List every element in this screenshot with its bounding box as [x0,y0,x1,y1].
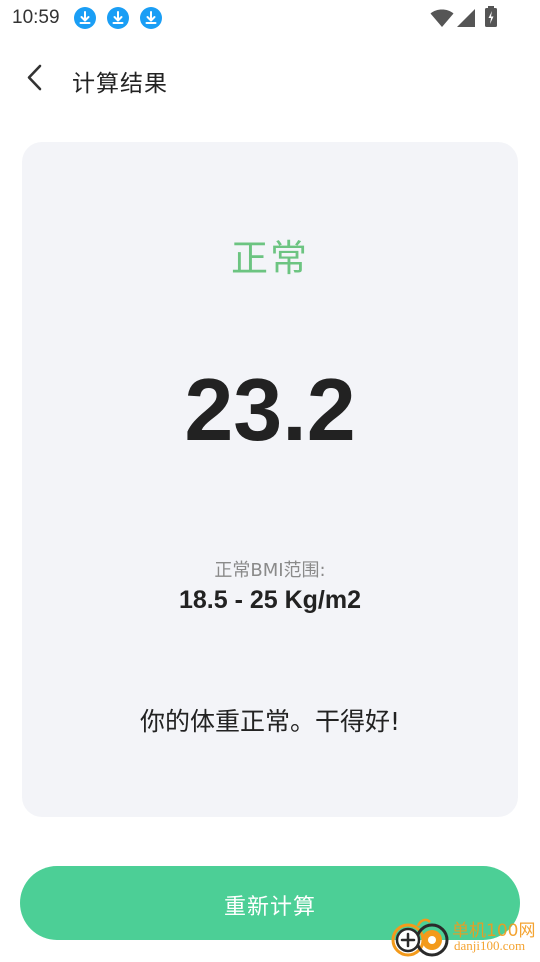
bmi-value: 23.2 [184,360,356,459]
wifi-icon [430,9,454,27]
watermark-mascot-icon [391,918,449,957]
download-icon [140,7,162,29]
normal-range-caption: 正常BMI范围: [214,560,326,581]
app-header: 计算结果 [0,50,540,106]
watermark-logo: 单机100网 danji100.com [388,914,538,958]
signal-icon [457,9,475,27]
watermark-url: danji100.com [454,938,526,953]
result-card: 正常 23.2 正常BMI范围: 18.5 - 25 Kg/m2 你的体重正常。… [22,142,518,817]
download-icon [74,7,96,29]
bmi-status-label: 正常 [231,237,309,280]
status-bar: 10:59 [0,0,540,36]
normal-range-value: 18.5 - 25 Kg/m2 [178,586,362,614]
result-message: 你的体重正常。干得好! [139,707,401,736]
back-button[interactable] [18,60,54,96]
download-icon [107,7,129,29]
page-title: 计算结果 [72,71,168,97]
status-time: 10:59 [12,7,60,28]
battery-icon [485,6,497,27]
chevron-left-icon [27,64,42,91]
